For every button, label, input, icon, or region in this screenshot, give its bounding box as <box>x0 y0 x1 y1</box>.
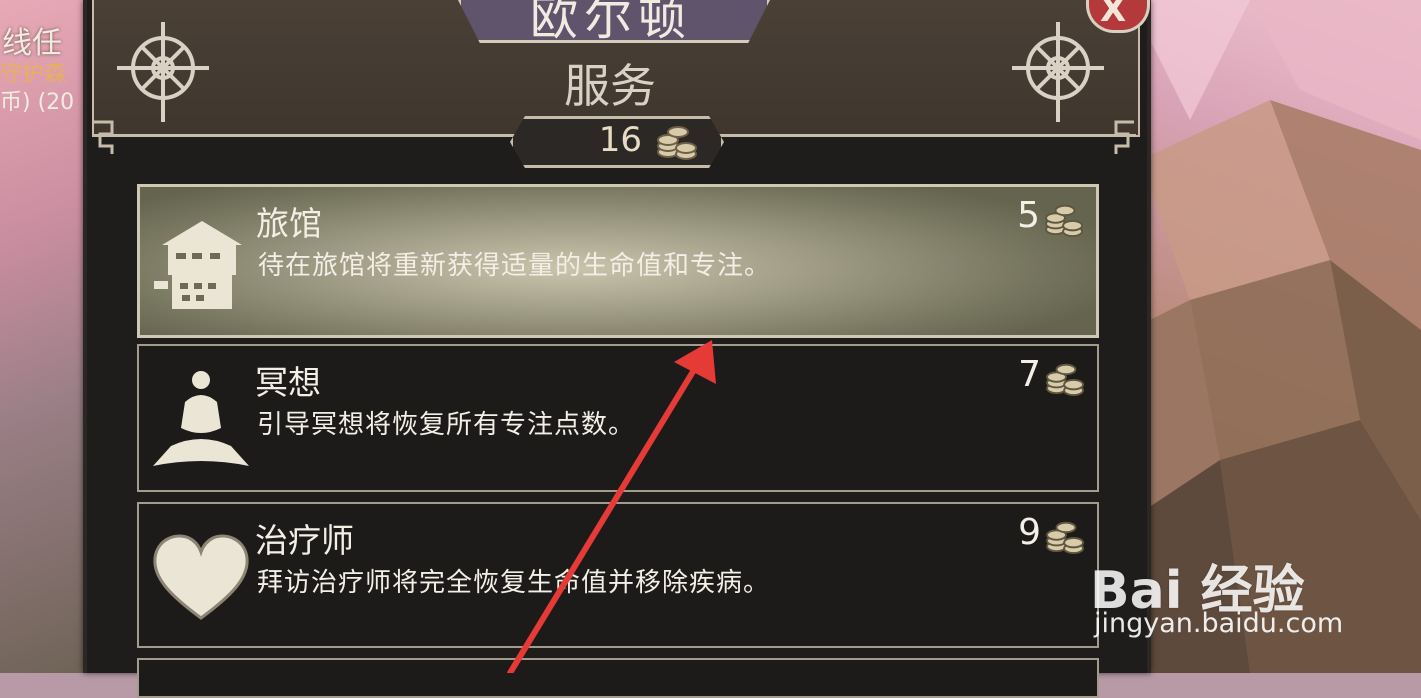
inn-house-icon <box>154 221 242 309</box>
coin-stack-icon <box>1046 363 1084 396</box>
service-description: 引导冥想将恢复所有专注点数。 <box>257 410 636 440</box>
service-row-inn[interactable]: 旅馆 待在旅馆将重新获得适量的生命值和专注。 5 <box>137 184 1099 338</box>
quest-tracker-reward: 币) (20 <box>0 90 75 115</box>
coin-stack-icon <box>657 126 697 160</box>
meditation-figure-icon <box>153 371 249 466</box>
compass-rose-icon <box>1012 22 1104 122</box>
service-price: 9 <box>1018 512 1041 553</box>
corner-ornament-icon <box>94 120 114 154</box>
service-row-healer[interactable]: 治疗师 拜访治疗师将完全恢复生命值并移除疾病。 9 <box>137 502 1099 648</box>
compass-rose-icon <box>117 22 209 122</box>
service-price: 5 <box>1017 195 1040 236</box>
coin-stack-icon <box>1046 521 1084 554</box>
service-row-partial[interactable] <box>137 658 1099 698</box>
coin-stack-icon <box>1045 204 1083 237</box>
service-price: 7 <box>1018 354 1041 395</box>
baidu-watermark-url: jingyan.baidu.com <box>1094 608 1344 639</box>
service-name: 治疗师 <box>255 521 354 560</box>
service-name: 冥想 <box>255 363 321 402</box>
corner-ornament-icon <box>1114 120 1134 154</box>
service-row-meditation[interactable]: 冥想 引导冥想将恢复所有专注点数。 7 <box>137 344 1099 492</box>
service-name: 旅馆 <box>256 204 322 243</box>
service-description: 待在旅馆将重新获得适量的生命值和专注。 <box>258 251 772 281</box>
panel-subtitle: 服务 <box>564 59 656 113</box>
heart-icon <box>153 534 249 620</box>
coin-balance: 16 <box>598 120 642 160</box>
location-title: 欧尔顿 <box>529 0 692 46</box>
close-icon[interactable]: X <box>1100 0 1126 30</box>
service-description: 拜访治疗师将完全恢复生命值并移除疾病。 <box>257 568 771 598</box>
